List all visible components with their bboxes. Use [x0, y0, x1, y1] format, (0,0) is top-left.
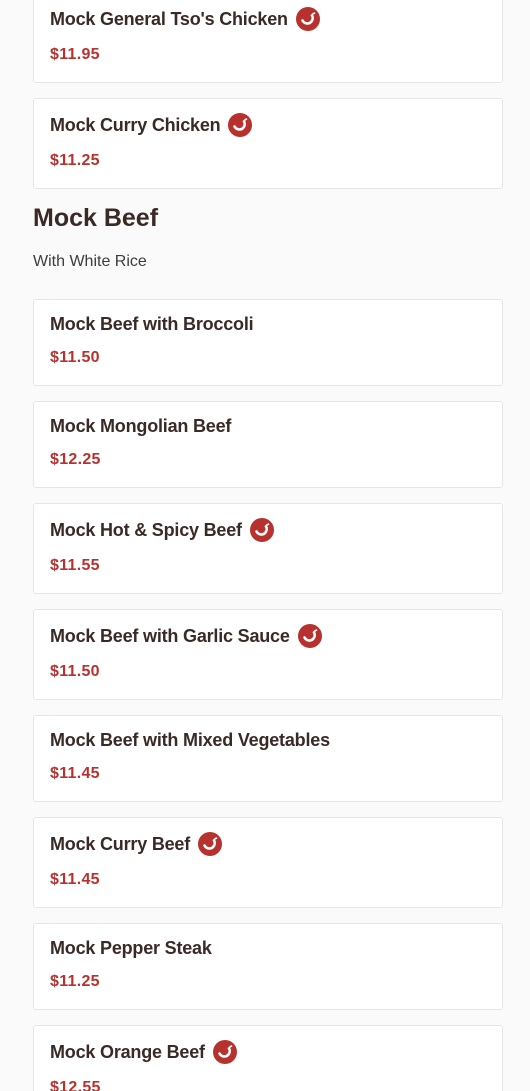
menu-item-price: $11.25: [50, 973, 100, 990]
menu-item-price: $11.55: [50, 557, 100, 574]
menu-item-name: Mock Orange Beef: [50, 1041, 205, 1062]
menu-item-name: Mock Pepper Steak: [50, 938, 212, 958]
menu-item-price: $11.25: [50, 152, 100, 169]
menu-item-card[interactable]: Mock Orange Beef $12.55: [33, 1025, 503, 1091]
section-title: Mock Beef: [33, 204, 159, 232]
menu-item-card[interactable]: Mock Beef with Mixed Vegetables $11.45: [33, 715, 503, 802]
chili-pepper-icon: [295, 7, 320, 31]
menu-item-name: Mock Beef with Garlic Sauce: [50, 625, 290, 646]
menu-item-name: Mock General Tso's Chicken: [50, 8, 288, 29]
menu-item-card[interactable]: Mock Curry Chicken $11.25: [33, 98, 503, 189]
menu-page: Mock General Tso's Chicken $11.95 Mock C…: [0, 0, 530, 1091]
menu-item-card[interactable]: Mock Curry Beef $11.45: [33, 817, 503, 908]
menu-item-name: Mock Beef with Broccoli: [50, 314, 254, 334]
menu-item-name: Mock Beef with Mixed Vegetables: [50, 730, 330, 750]
menu-item-price: $12.55: [50, 1079, 101, 1091]
chili-pepper-icon: [198, 832, 223, 856]
menu-item-card[interactable]: Mock Pepper Steak $11.25: [33, 923, 503, 1010]
chili-pepper-icon: [297, 624, 322, 648]
menu-item-price: $11.50: [50, 349, 100, 366]
menu-item-price: $11.50: [50, 663, 100, 680]
menu-item-card[interactable]: Mock Beef with Garlic Sauce $11.50: [33, 609, 503, 700]
menu-item-card[interactable]: Mock General Tso's Chicken $11.95: [33, 0, 503, 83]
menu-item-name: Mock Hot & Spicy Beef: [50, 519, 242, 540]
menu-item-card[interactable]: Mock Mongolian Beef $12.25: [33, 401, 503, 488]
section-subtitle: With White Rice: [33, 253, 147, 270]
menu-item-name: Mock Curry Beef: [50, 833, 191, 854]
menu-item-card[interactable]: Mock Beef with Broccoli $11.50: [33, 299, 503, 386]
menu-item-name: Mock Curry Chicken: [50, 114, 221, 135]
menu-item-price: $11.95: [50, 46, 100, 63]
chili-pepper-icon: [228, 113, 253, 137]
menu-item-name: Mock Mongolian Beef: [50, 416, 232, 436]
chili-pepper-icon: [249, 518, 274, 542]
menu-item-price: $11.45: [50, 765, 100, 782]
menu-item-card[interactable]: Mock Hot & Spicy Beef $11.55: [33, 503, 503, 594]
chili-pepper-icon: [212, 1040, 237, 1064]
menu-item-price: $11.45: [50, 871, 100, 888]
menu-item-price: $12.25: [50, 451, 101, 468]
